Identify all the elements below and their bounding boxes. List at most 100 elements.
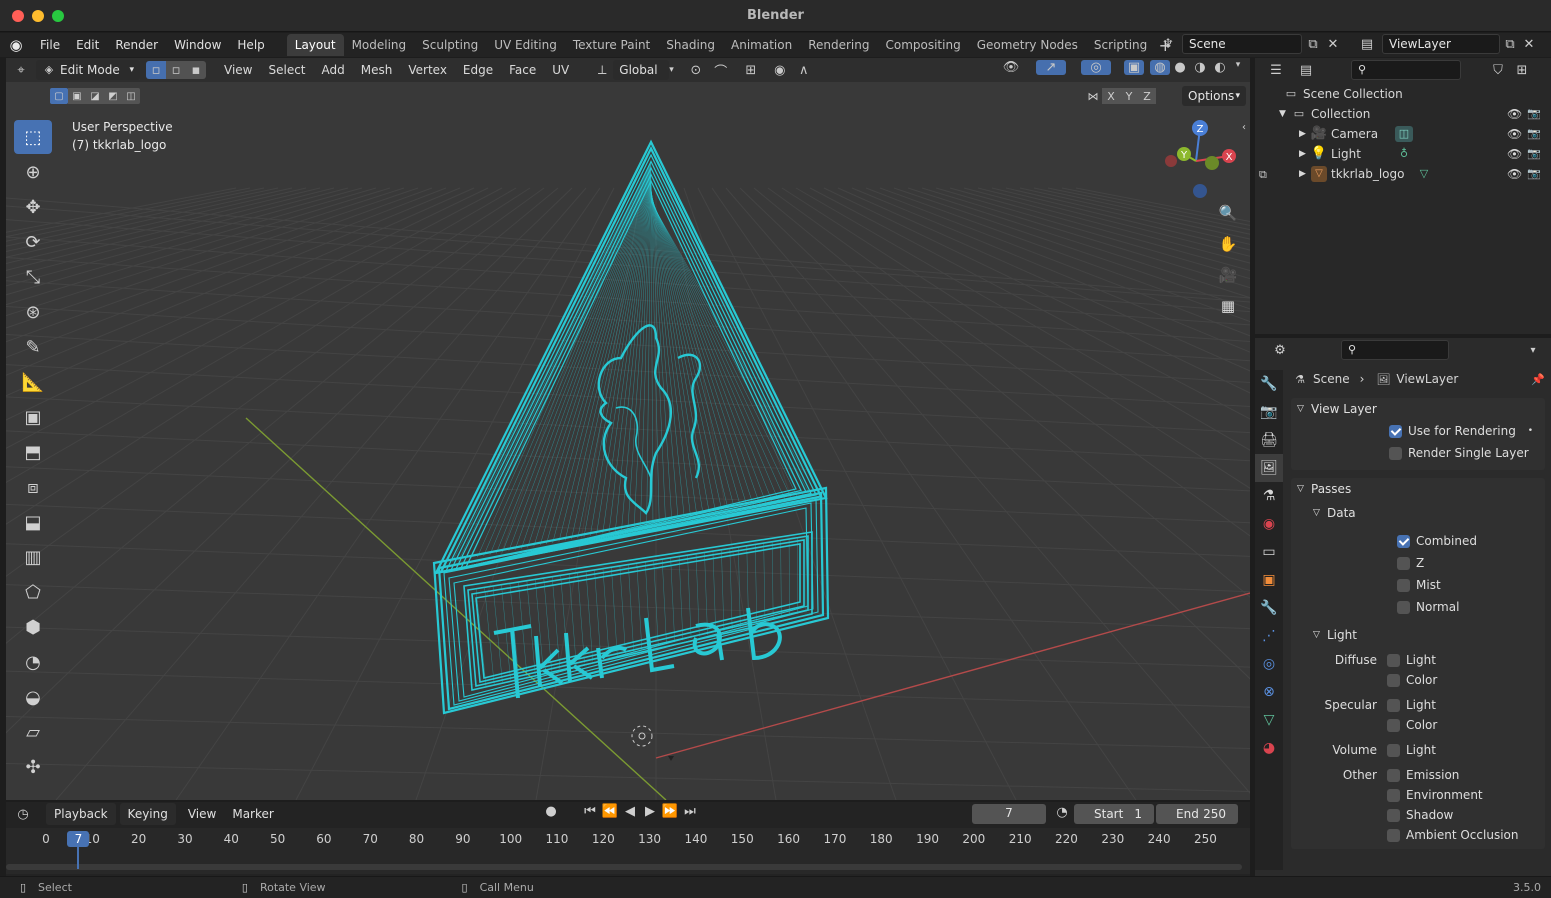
output-tab-icon[interactable]: 🖨 (1255, 426, 1283, 454)
new-scene-icon[interactable]: ⧉ (1302, 37, 1324, 52)
expand-arrow-icon[interactable]: ▼ (1279, 104, 1291, 124)
render-single-layer-checkbox[interactable] (1389, 447, 1402, 460)
visibility-icon[interactable]: 👁 (996, 60, 1026, 75)
vertex-select-icon[interactable]: ▫ (146, 61, 166, 79)
viewport-menu-uv[interactable]: UV (544, 59, 577, 81)
pass-option-mist[interactable]: Mist (1397, 574, 1545, 596)
jump-end-icon[interactable]: ⏭ (680, 804, 700, 819)
bevel-tool[interactable]: ⬓ (14, 505, 52, 539)
properties-search-input[interactable]: ⚲ (1341, 340, 1449, 360)
select-box-tool[interactable]: ⬚ (14, 120, 52, 154)
pass-option-normal[interactable]: Normal (1397, 596, 1545, 618)
snap-icon[interactable]: ⌒ (708, 61, 734, 80)
navigation-gizmo[interactable]: Z X Y (1156, 116, 1246, 206)
camera-data-icon[interactable]: ◫ (1395, 126, 1413, 142)
new-viewlayer-icon[interactable]: ⧉ (1500, 37, 1520, 52)
remove-viewlayer-icon[interactable]: ✕ (1520, 37, 1538, 52)
extrude-tool[interactable]: ⬒ (14, 435, 52, 469)
pass-checkbox[interactable] (1387, 653, 1400, 667)
light-pass-option[interactable]: Diffuse Light (1291, 650, 1545, 670)
inset-tool[interactable]: ⧈ (14, 470, 52, 504)
outliner-search-input[interactable]: ⚲ (1351, 60, 1461, 80)
data-tab-icon[interactable]: ▽ (1255, 706, 1283, 734)
light-pass-option[interactable]: Volume Light (1291, 740, 1545, 760)
timeline-menu-view[interactable]: View (180, 803, 224, 825)
view-layer-panel-header[interactable]: ▽ View Layer (1291, 398, 1545, 420)
pass-option-combined[interactable]: Combined (1397, 530, 1545, 552)
perspective-grid-icon[interactable]: ▦ (1214, 292, 1242, 320)
timeline-ruler[interactable]: 0 10 20 30 40 50 60 70 80 90 100 110 120 130 140 150 160… (6, 828, 1250, 874)
tab-layout[interactable]: Layout (286, 34, 344, 56)
light-data-icon[interactable]: ♁ (1395, 144, 1413, 164)
xray-toggle-icon[interactable]: ▣ (1124, 60, 1144, 75)
next-keyframe-icon[interactable]: ⏩ (660, 804, 680, 819)
transform-tool[interactable]: ⊛ (14, 295, 52, 329)
render-camera-icon[interactable]: 📷 (1527, 104, 1541, 124)
viewport-menu-face[interactable]: Face (501, 59, 544, 81)
pass-checkbox[interactable] (1387, 698, 1400, 712)
jump-start-icon[interactable]: ⏮ (580, 804, 600, 819)
options-dropdown[interactable]: Options ▾ (1182, 86, 1246, 106)
tab-scripting[interactable]: Scripting (1086, 34, 1155, 56)
pass-option-z[interactable]: Z (1397, 552, 1545, 574)
face-select-icon[interactable]: ▪ (186, 61, 206, 79)
eye-icon[interactable]: 👁 (1507, 104, 1522, 124)
outliner-item-tkkrlab-logo[interactable]: ▶ ▽ tkkrlab_logo ▽ 👁 📷 (1255, 164, 1551, 184)
remove-scene-icon[interactable]: ✕ (1324, 37, 1342, 52)
timeline-scrollbar[interactable] (6, 864, 1242, 870)
falloff-icon[interactable]: ∧ (792, 63, 816, 78)
select-new-icon[interactable]: ▢ (50, 88, 68, 104)
pass-checkbox[interactable] (1387, 788, 1400, 802)
rotate-tool[interactable]: ⟳ (14, 225, 52, 259)
pass-checkbox[interactable] (1387, 718, 1400, 732)
light-pass-option[interactable]: Environment (1291, 785, 1545, 805)
select-subtract-icon[interactable]: ◪ (86, 88, 104, 104)
scale-tool[interactable]: ⤡ (14, 260, 52, 294)
prev-keyframe-icon[interactable]: ⏪ (600, 804, 620, 819)
tab-texture-paint[interactable]: Texture Paint (565, 34, 658, 56)
pass-checkbox[interactable] (1387, 768, 1400, 782)
use-preview-range-icon[interactable]: ◔ (1052, 805, 1072, 820)
light-pass-option[interactable]: Shadow (1291, 805, 1545, 825)
auto-keying-icon[interactable]: ● (536, 804, 566, 819)
menu-window[interactable]: Window (166, 34, 229, 56)
sidebar-toggle-icon[interactable]: ‹ (1242, 122, 1246, 133)
render-single-layer-option[interactable]: Render Single Layer (1291, 442, 1545, 464)
transform-orientation-icon[interactable]: ⟂ (591, 63, 613, 78)
select-intersect-icon[interactable]: ◫ (122, 88, 140, 104)
outliner-item-collection[interactable]: ▼ ▭ Collection 👁 📷 (1255, 104, 1551, 124)
camera-view-icon[interactable]: 🎥 (1214, 261, 1242, 289)
pass-checkbox[interactable] (1397, 601, 1410, 614)
tab-shading[interactable]: Shading (658, 34, 723, 56)
passes-panel-header[interactable]: ▽ Passes (1291, 478, 1545, 500)
display-mode-icon[interactable]: ▤ (1291, 63, 1321, 78)
outliner-editor-icon[interactable]: ☰ (1261, 63, 1291, 78)
collection-tab-icon[interactable]: ▭ (1255, 538, 1283, 566)
blender-logo-icon[interactable]: ◉ (0, 34, 32, 56)
data-subpanel-header[interactable]: ▽ Data (1291, 502, 1545, 524)
modifier-tab-icon[interactable]: 🔧 (1255, 594, 1283, 622)
menu-render[interactable]: Render (107, 34, 166, 56)
viewport-scene[interactable] (6, 58, 1250, 800)
viewport-menu-view[interactable]: View (216, 59, 260, 81)
tab-modeling[interactable]: Modeling (344, 34, 415, 56)
tab-geometry-nodes[interactable]: Geometry Nodes (969, 34, 1086, 56)
pass-checkbox[interactable] (1387, 808, 1400, 822)
render-tab-icon[interactable]: 📷 (1255, 398, 1283, 426)
new-collection-icon[interactable]: ⊞ (1511, 63, 1533, 78)
pass-checkbox[interactable] (1397, 579, 1410, 592)
3d-viewport[interactable]: ⌖ ◈ Edit Mode ▾ ▫ ▫ ▪ View Select Add Mesh V… (6, 58, 1250, 800)
properties-editor-icon[interactable]: ⚙ (1265, 343, 1295, 358)
timeline-menu-playback[interactable]: Playback (46, 803, 116, 825)
select-invert-icon[interactable]: ◩ (104, 88, 122, 104)
mirror-x-toggle[interactable]: X (1102, 88, 1120, 104)
viewport-menu-mesh[interactable]: Mesh (353, 59, 401, 81)
expand-arrow-icon[interactable]: ▶ (1299, 124, 1311, 144)
rip-tool[interactable]: ✣ (14, 750, 52, 784)
eye-icon[interactable]: 👁 (1507, 124, 1522, 144)
solid-shading-icon[interactable]: ● (1170, 60, 1190, 75)
timeline-menu-keying[interactable]: Keying (119, 803, 176, 825)
timeline-menu-marker[interactable]: Marker (224, 803, 281, 825)
loop-cut-tool[interactable]: ▥ (14, 540, 52, 574)
move-tool[interactable]: ✥ (14, 190, 52, 224)
